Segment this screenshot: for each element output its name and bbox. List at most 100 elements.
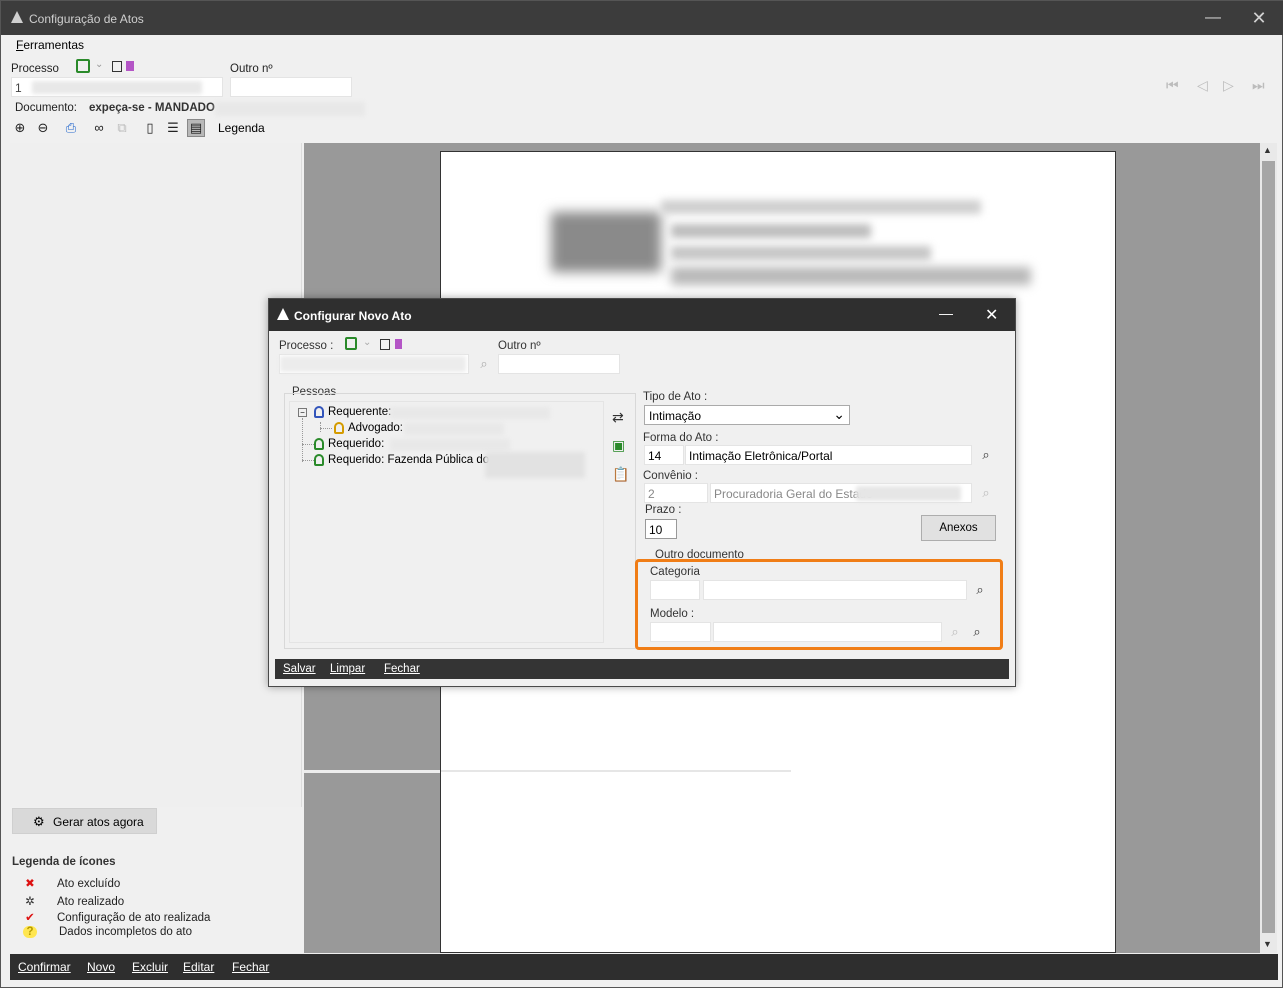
legend-title: Legenda de ícones — [12, 856, 116, 868]
first-page-icon[interactable]: ⏮ — [1166, 77, 1179, 94]
chevron-down-icon: ⌄ — [833, 406, 845, 422]
fechar-button[interactable]: Fechar — [232, 960, 269, 974]
tree-item-requerente[interactable]: Requerente: — [314, 406, 391, 418]
dialog-minimize-button[interactable]: — — [939, 305, 953, 321]
new-document-icon[interactable] — [76, 59, 90, 73]
legend-item: ✔ Configuração de ato realizada — [21, 910, 210, 924]
forma-search-icon[interactable]: ⌕ — [978, 447, 994, 463]
note-icon[interactable] — [380, 339, 390, 350]
document-logo-blurred — [551, 212, 661, 272]
binoculars-icon[interactable]: ∞ — [90, 119, 108, 137]
clipboard-icon[interactable]: 📋 — [612, 466, 629, 483]
vertical-scrollbar[interactable]: ▲ ▼ — [1260, 143, 1277, 953]
modelo-code-input[interactable] — [650, 622, 711, 642]
modelo-desc-input[interactable] — [713, 622, 942, 642]
categoria-search-icon[interactable]: ⌕ — [972, 582, 988, 598]
person-icon — [314, 454, 324, 466]
note-icon[interactable] — [112, 61, 122, 72]
gerar-atos-button[interactable]: ⚙ Gerar atos agora — [12, 808, 157, 834]
new-document-icon[interactable] — [345, 337, 357, 350]
documento-blurred — [215, 102, 365, 116]
salvar-button[interactable]: Salvar — [283, 663, 316, 675]
categoria-desc-input[interactable] — [703, 580, 967, 600]
editar-button[interactable]: Editar — [183, 960, 214, 974]
scroll-up-icon[interactable]: ▲ — [1263, 145, 1272, 155]
modelo-search-icon[interactable]: ⌕ — [947, 624, 963, 640]
scroll-down-icon[interactable]: ▼ — [1263, 939, 1272, 949]
dialog-close-button[interactable]: ✕ — [985, 305, 998, 325]
tree-item-requerido-2[interactable]: Requerido: Fazenda Pública do — [314, 454, 489, 466]
page-wide-icon[interactable]: ▤ — [187, 119, 205, 137]
chevron-down-icon[interactable]: ⌄ — [95, 59, 103, 70]
window-title: Configuração de Atos — [29, 12, 144, 26]
forma-ato-label: Forma do Ato : — [643, 432, 719, 444]
confirmar-button[interactable]: Confirmar — [18, 960, 71, 974]
zoom-in-icon[interactable]: ⊕ — [11, 119, 29, 137]
bottom-action-bar: Confirmar Novo Excluir Editar Fechar — [10, 954, 1278, 980]
question-icon: ? — [23, 926, 37, 938]
chevron-down-icon[interactable]: ⌄ — [363, 337, 371, 348]
separator — [441, 770, 791, 772]
convenio-desc-input[interactable]: Procuradoria Geral do Estado — [710, 483, 972, 503]
dialog-fechar-button[interactable]: Fechar — [384, 663, 420, 675]
gear-icon: ✲ — [25, 896, 35, 908]
configurar-novo-ato-dialog: Configurar Novo Ato — ✕ Processo : ⌄ ⌕ O… — [268, 298, 1016, 687]
person-icon — [334, 422, 344, 434]
legend-item: ? Dados incompletos do ato — [21, 926, 192, 938]
forma-ato-code-input[interactable]: 14 — [644, 445, 684, 465]
dialog-titlebar: Configurar Novo Ato — ✕ — [269, 299, 1015, 331]
modelo-label: Modelo : — [650, 608, 695, 620]
forma-ato-desc-input[interactable]: Intimação Eletrônica/Portal — [685, 445, 972, 465]
tree-item-advogado[interactable]: Advogado: — [334, 422, 403, 434]
copy-icon[interactable]: ⧉ — [113, 119, 131, 137]
prazo-input[interactable]: 10 — [645, 519, 677, 539]
close-button[interactable]: ✕ — [1239, 1, 1279, 35]
dialog-processo-input[interactable] — [279, 354, 469, 374]
print-icon[interactable]: ⎙ — [62, 119, 80, 137]
left-panel — [10, 143, 302, 807]
page-lines-icon[interactable]: ☰ — [164, 119, 182, 137]
separator — [304, 770, 440, 773]
tipo-ato-label: Tipo de Ato : — [643, 391, 708, 403]
tree-item-requerido-1[interactable]: Requerido: — [314, 438, 384, 450]
modelo-preview-icon[interactable]: ⌕ — [969, 624, 985, 640]
dialog-outro-input[interactable] — [498, 354, 620, 374]
prazo-label: Prazo : — [645, 504, 682, 516]
purple-flag-icon — [126, 61, 134, 71]
anexos-button[interactable]: Anexos — [921, 515, 996, 541]
gears-icon: ⚙ — [33, 814, 45, 829]
menu-ferramentas[interactable]: Ferramentas — [16, 38, 84, 52]
convenio-code-input[interactable]: 2 — [644, 483, 708, 503]
outro-input[interactable] — [230, 77, 352, 97]
processo-input[interactable]: 1 — [11, 77, 223, 97]
pessoas-tree[interactable]: − Requerente: Advogado: Requerido: Reque… — [289, 401, 604, 643]
next-page-icon[interactable]: ▷ — [1223, 77, 1234, 94]
search-icon[interactable]: ⌕ — [476, 356, 492, 372]
categoria-code-input[interactable] — [650, 580, 700, 600]
excluir-button[interactable]: Excluir — [132, 960, 168, 974]
zoom-out-icon[interactable]: ⊖ — [34, 119, 52, 137]
documento-value: expeça-se - MANDADO — [89, 102, 215, 114]
limpar-button[interactable]: Limpar — [330, 663, 365, 675]
convenio-search-icon[interactable]: ⌕ — [978, 485, 994, 501]
documento-label: Documento: — [15, 102, 78, 114]
convenio-label: Convênio : — [643, 470, 698, 482]
last-page-icon[interactable]: ⏭ — [1252, 77, 1265, 94]
novo-button[interactable]: Novo — [87, 960, 115, 974]
add-person-icon[interactable]: ⇄ — [612, 409, 624, 426]
purple-flag-icon — [395, 339, 402, 349]
app-logo-icon — [277, 308, 289, 320]
scroll-thumb[interactable] — [1262, 161, 1275, 933]
processo-label: Processo — [11, 63, 59, 75]
page-single-icon[interactable]: ▯ — [141, 119, 159, 137]
tipo-ato-select[interactable]: Intimação ⌄ — [644, 405, 850, 425]
x-icon: ✖ — [25, 878, 35, 890]
collapse-icon[interactable]: − — [298, 408, 307, 417]
legenda-button[interactable]: Legenda — [218, 121, 265, 135]
prev-page-icon[interactable]: ◁ — [1197, 77, 1208, 94]
dialog-outro-label: Outro nº — [498, 340, 541, 352]
minimize-button[interactable]: — — [1193, 1, 1233, 35]
dialog-processo-label: Processo : — [279, 340, 334, 352]
categoria-label: Categoria — [650, 566, 700, 578]
document-excel-icon[interactable]: ▣ — [612, 437, 625, 454]
